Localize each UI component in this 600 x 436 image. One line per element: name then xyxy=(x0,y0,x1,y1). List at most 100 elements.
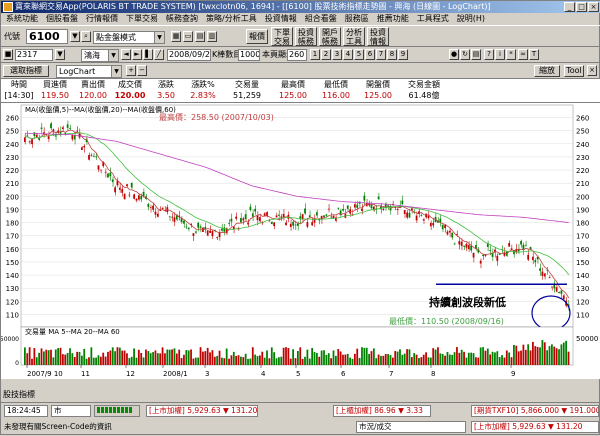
chevron-down-icon[interactable]: ▼ xyxy=(55,49,65,60)
help-icon[interactable]: ? xyxy=(484,49,494,60)
candle-body xyxy=(558,291,560,294)
layout-icon[interactable]: ▥ xyxy=(207,31,217,42)
period-1-icon[interactable]: 1 xyxy=(310,49,320,60)
period-6-icon[interactable]: 6 xyxy=(365,49,375,60)
menu-item-1[interactable]: 個股看盤 xyxy=(45,13,79,25)
quote-button[interactable]: 報價 xyxy=(246,29,268,44)
volume-bar xyxy=(149,353,152,365)
date-field[interactable]: 2008/09/26 xyxy=(167,49,211,61)
star-icon[interactable]: * xyxy=(506,49,516,60)
volume-bar xyxy=(332,350,335,365)
account-button[interactable]: 開戶 帳務 xyxy=(319,27,341,46)
period-4-icon[interactable]: 4 xyxy=(343,49,353,60)
volume-bar xyxy=(503,357,506,365)
line-icon[interactable]: ╱ xyxy=(154,49,164,60)
menu-item-11[interactable]: 說明(H) xyxy=(456,13,486,25)
mode-select[interactable]: 點金盤模式 ▼ xyxy=(93,31,165,44)
price-tick-left: 110 xyxy=(6,311,19,319)
analysis-button[interactable]: 分析 工具 xyxy=(343,27,365,46)
news-button[interactable]: 投資 情報 xyxy=(367,27,389,46)
print-icon[interactable]: ▤ xyxy=(471,49,481,60)
candle-body xyxy=(242,218,245,221)
menu-item-9[interactable]: 推薦功能 xyxy=(376,13,410,25)
period-7-icon[interactable]: 7 xyxy=(376,49,386,60)
volume-bar xyxy=(520,350,522,365)
dropdown-arrow-icon[interactable]: ▼ xyxy=(70,31,80,42)
candle-body xyxy=(280,216,283,218)
volume-bar xyxy=(40,348,43,365)
volume-bar xyxy=(489,354,492,365)
period-9-icon[interactable]: 9 xyxy=(398,49,408,60)
lock-icon[interactable]: ● xyxy=(449,49,459,60)
chart-type-select[interactable]: LogChart ▼ xyxy=(56,65,122,78)
candle-body xyxy=(403,210,406,215)
volume-bar xyxy=(508,352,511,365)
candle-body xyxy=(52,129,55,132)
menu-item-5[interactable]: 策略/分析工具 xyxy=(205,13,258,25)
text-icon[interactable]: T xyxy=(529,49,539,60)
link-icon[interactable]: ∞ xyxy=(518,49,528,60)
chart-area[interactable]: 260 260 250 250 240 240 230 230 220 220 210 210 200 2… xyxy=(0,103,600,379)
minimize-button[interactable]: _ xyxy=(564,2,575,12)
menu-item-4[interactable]: 帳務查詢 xyxy=(165,13,199,25)
info-icon[interactable]: i xyxy=(495,49,505,60)
chevron-down-icon: ▼ xyxy=(154,32,164,43)
market-section[interactable]: 市況/成交 xyxy=(356,421,466,433)
tile-icon[interactable]: ▤ xyxy=(195,31,205,42)
bottom-tab-bar: 股技指標 xyxy=(1,389,600,401)
menu-item-8[interactable]: 服務區 xyxy=(344,13,370,25)
price-tick-right: 240 xyxy=(576,141,589,149)
next-icon[interactable]: ► xyxy=(132,49,142,60)
stock-name-select[interactable]: 鴻海 ▼ xyxy=(81,49,119,62)
volume-bar xyxy=(266,350,268,365)
volume-bar xyxy=(69,348,71,365)
volume-bar xyxy=(85,358,88,365)
period-5-icon[interactable]: 5 xyxy=(354,49,364,60)
close-icon[interactable]: × xyxy=(587,65,597,76)
window-icon[interactable]: ▭ xyxy=(183,31,193,42)
maximize-button[interactable]: □ xyxy=(576,2,587,12)
volume-bar xyxy=(320,350,323,365)
zoom-button[interactable]: 縮放 xyxy=(534,65,560,77)
market-select[interactable]: 市 xyxy=(51,405,91,417)
pin-icon[interactable]: ■ xyxy=(3,49,13,60)
stock-code-field[interactable]: 2317 xyxy=(15,49,53,61)
menu-item-10[interactable]: 工具程式 xyxy=(416,13,450,25)
candle-body xyxy=(109,172,112,177)
add-icon[interactable]: + xyxy=(126,65,136,76)
menu-item-0[interactable]: 系統功能 xyxy=(5,13,39,25)
period-8-icon[interactable]: 8 xyxy=(387,49,397,60)
menu-item-2[interactable]: 行情報價 xyxy=(85,13,119,25)
price-tick-left: 210 xyxy=(6,180,19,188)
menu-item-7[interactable]: 組合看盤 xyxy=(304,13,338,25)
main-toolbar: 代號 6100 ▼ ⌕ 點金盤模式 ▼ ▦ ▭ ▤ ▥ 報價 下單 交易 投資 … xyxy=(1,25,600,47)
close-button[interactable]: × xyxy=(588,2,599,12)
select-indicator-button[interactable]: 選取指標 xyxy=(3,65,49,77)
candle-body xyxy=(361,208,363,212)
grid-icon[interactable]: ▦ xyxy=(171,31,181,42)
remove-icon[interactable]: − xyxy=(137,65,147,76)
prev-icon[interactable]: ◄ xyxy=(121,49,131,60)
menu-bar: 系統功能 個股看盤 行情報價 下單交易 帳務查詢 策略/分析工具 投資情報 組合看盤 服務區 推薦… xyxy=(1,13,600,25)
price-chart[interactable]: 260 260 250 250 240 240 230 230 220 220 210 210 200 2… xyxy=(0,103,600,379)
volume-bar xyxy=(524,349,527,365)
volume-bar xyxy=(223,358,226,365)
candle-body xyxy=(534,260,537,263)
period-2-icon[interactable]: 2 xyxy=(321,49,331,60)
ledger-button[interactable]: 投資 帳務 xyxy=(295,27,317,46)
bars-icon[interactable]: ▌ xyxy=(143,49,153,60)
tab-indicator[interactable]: 股技指標 xyxy=(3,390,35,399)
refresh-icon[interactable]: ↻ xyxy=(460,49,470,60)
period-3-icon[interactable]: 3 xyxy=(332,49,342,60)
price-tick-right: 150 xyxy=(576,259,589,267)
menu-item-3[interactable]: 下單交易 xyxy=(125,13,159,25)
candle-body xyxy=(429,222,432,227)
stock-code-input[interactable]: 6100 xyxy=(26,29,68,44)
tool-button[interactable]: Tool xyxy=(564,65,584,77)
display-count-field[interactable]: 260 xyxy=(287,49,307,61)
menu-item-6[interactable]: 投資情報 xyxy=(264,13,298,25)
volume-bar xyxy=(304,356,306,365)
search-icon[interactable]: ⌕ xyxy=(81,31,91,42)
kline-count-field[interactable]: 1000 xyxy=(238,49,260,61)
order-button[interactable]: 下單 交易 xyxy=(271,27,293,46)
